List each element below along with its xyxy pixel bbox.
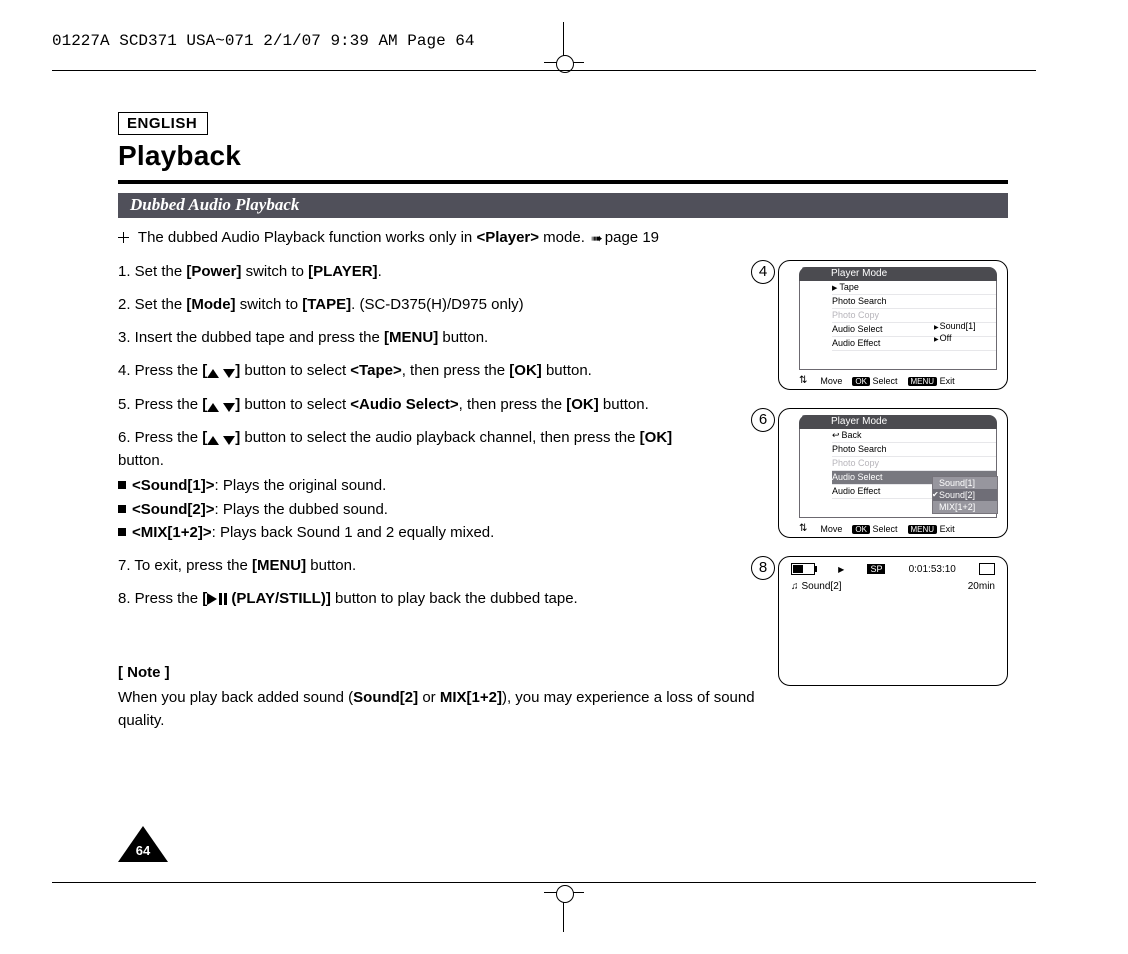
figure-6: 6 Player Mode Back Photo Search Photo Co… [778,408,1008,538]
step-badge: 8 [751,556,775,580]
play-pause-icon [207,593,227,605]
intro-line: The dubbed Audio Playback function works… [118,226,778,250]
submenu-popup: Sound[1] Sound[2] MIX[1+2] [932,476,998,514]
lcd-screen: Player Mode Back Photo Search Photo Copy… [778,408,1008,538]
step-6-option-b: <Sound[2]>: Plays the dubbed sound. [118,498,778,521]
crop-mark-bottom [556,885,574,903]
up-down-icon: / [207,403,235,412]
figure-4: 4 Player Mode Tape Photo Search Photo Co… [778,260,1008,390]
text-bold: <Player> [476,229,539,246]
text: mode. [539,229,589,246]
arrow-right-icon [589,229,605,246]
step-badge: 6 [751,408,775,432]
language-tag: ENGLISH [118,112,208,135]
note-heading: [ Note ] [118,661,778,684]
submenu-values: Sound[1] Off [934,320,998,344]
figure-column: 4 Player Mode Tape Photo Search Photo Co… [778,260,1008,704]
lcd-playback-screen: SP 0:01:53:10 Sound[2] 20min [778,556,1008,686]
menu-item: Photo Search [832,443,996,457]
bleed-edge-bottom [52,882,1036,883]
body-column: The dubbed Audio Playback function works… [118,226,778,742]
battery-icon [791,563,815,575]
page-number-flag: 64 [118,826,168,862]
submenu-item: MIX[1+2] [933,501,997,513]
cassette-icon [979,563,995,575]
menu-title: Player Mode [799,267,997,281]
spool-header: 01227A SCD371 USA~071 2/1/07 9:39 AM Pag… [52,32,474,50]
move-icon [799,523,810,534]
note-body: When you play back added sound (Sound[2]… [118,686,778,733]
menu-footer: Move OK Select MENU Exit [799,375,997,386]
bullet-icon [118,481,126,489]
step-6-option-c: <MIX[1+2]>: Plays back Sound 1 and 2 equ… [118,521,778,544]
submenu-item-selected: Sound[2] [933,489,997,501]
step-badge: 4 [751,260,775,284]
section-heading: Dubbed Audio Playback [118,193,1008,218]
menu-item: Photo Copy [832,457,996,471]
menu-footer: Move OK Select MENU Exit [799,523,997,534]
menu-title: Player Mode [799,415,997,429]
menu-item: Tape [832,281,996,295]
title-rule [118,180,1008,184]
step-5: 5. Press the [ / ] button to select <Aud… [118,393,778,416]
banner-icon [118,232,129,243]
step-6-option-a: <Sound[1]>: Plays the original sound. [118,474,778,497]
page-title: Playback [118,140,241,172]
tape-remain: 20min [968,581,995,592]
lcd-screen: Player Mode Tape Photo Search Photo Copy… [778,260,1008,390]
up-down-icon: / [207,436,235,445]
step-7: 7. To exit, press the [MENU] button. [118,554,778,577]
page-ref: page 19 [605,229,659,246]
bleed-edge-top [52,70,1036,71]
step-6: 6. Press the [ / ] button to select the … [118,426,778,473]
sound-label: Sound[2] [791,581,842,592]
play-icon [838,564,844,575]
up-down-icon: / [207,369,235,378]
move-icon [799,375,810,386]
menu-item-back: Back [832,429,996,443]
bullet-icon [118,505,126,513]
step-2: 2. Set the [Mode] switch to [TAPE]. (SC-… [118,293,778,316]
submenu-item: Sound[1] [933,477,997,489]
page-number: 64 [136,843,151,858]
step-3: 3. Insert the dubbed tape and press the … [118,326,778,349]
speed-badge: SP [867,564,885,574]
menu-item: Photo Search [832,295,996,309]
timecode: 0:01:53:10 [909,564,956,575]
step-4: 4. Press the [ / ] button to select <Tap… [118,359,778,382]
figure-8: 8 SP 0:01:53:10 Sound[2] 20min [778,556,1008,686]
step-1: 1. Set the [Power] switch to [PLAYER]. [118,260,778,283]
text: The dubbed Audio Playback function works… [138,229,477,246]
bullet-icon [118,528,126,536]
step-8: 8. Press the [ (PLAY/STILL)] button to p… [118,587,778,610]
